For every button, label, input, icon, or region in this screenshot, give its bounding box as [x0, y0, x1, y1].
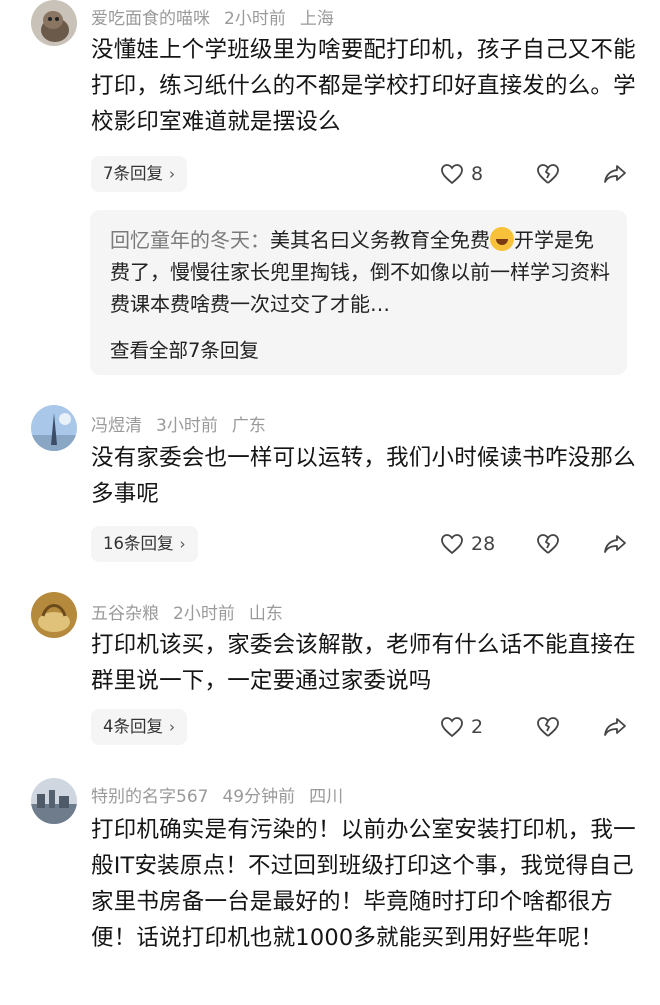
comment-text: 没懂娃上个学班级里为啥要配打印机，孩子自己又不能打印，练习纸什么的不都是学校打印… [91, 37, 636, 135]
heart-icon [441, 164, 463, 185]
dislike-button[interactable] [536, 156, 560, 192]
replies-button[interactable]: 7条回复 › [91, 156, 187, 192]
replies-count: 7条回复 [103, 164, 163, 183]
reply-preview-text: 回忆童年的冬天：美其名曰义务教育全免费 开学是免费了，慢慢往家长兜里掏钱，倒不如像… [110, 224, 610, 320]
share-button[interactable] [603, 156, 627, 192]
chevron-right-icon: › [169, 718, 175, 736]
user-avatar[interactable] [31, 0, 77, 46]
laughing-crying-emoji-icon [490, 227, 514, 251]
comment-text: 打印机确实是有污染的！以前办公室安装打印机，我一般IT安装原点！不过回到班级打印… [91, 817, 636, 951]
heart-icon [441, 717, 463, 738]
replies-count: 4条回复 [103, 717, 163, 736]
user-avatar[interactable] [31, 405, 77, 451]
chevron-right-icon: › [169, 165, 175, 183]
reply-preview[interactable]: 回忆童年的冬天：美其名曰义务教育全免费 开学是免费了，慢慢往家长兜里掏钱，倒不如像… [90, 210, 627, 375]
broken-heart-icon [537, 164, 559, 184]
like-button[interactable]: 8 [440, 156, 483, 192]
chevron-right-icon: › [179, 535, 186, 553]
comment-meta: 五谷杂粮 2小时前 山东 [91, 599, 297, 624]
username[interactable]: 爱吃面食的喵咪 [91, 9, 210, 29]
comment-actions: 8 [440, 156, 630, 192]
tower-sky-avatar-icon [31, 405, 77, 451]
broken-heart-icon [537, 534, 559, 554]
timestamp: 2小时前 [224, 9, 286, 29]
dislike-button[interactable] [536, 709, 560, 745]
share-button[interactable] [603, 709, 627, 745]
comment-meta: 特别的名字567 49分钟前 四川 [91, 782, 357, 807]
username[interactable]: 冯煜清 [91, 416, 142, 436]
broken-heart-icon [537, 717, 559, 737]
comment-meta: 冯煜清 3小时前 广东 [91, 411, 280, 436]
timestamp: 2小时前 [173, 604, 235, 624]
dislike-button[interactable] [536, 526, 560, 562]
location: 四川 [309, 787, 344, 807]
like-count: 28 [471, 533, 496, 555]
replies-button[interactable]: 16条回复 › [91, 526, 198, 562]
user-avatar[interactable] [31, 592, 77, 638]
timestamp: 3小时前 [156, 416, 218, 436]
heart-icon [441, 534, 463, 555]
share-icon [604, 535, 626, 553]
like-button[interactable]: 2 [440, 709, 483, 745]
like-count: 8 [471, 163, 484, 185]
like-count: 2 [471, 716, 484, 738]
comment-text: 打印机该买，家委会该解散，老师有什么话不能直接在群里说一下，一定要通过家委说吗 [91, 632, 636, 694]
username[interactable]: 特别的名字567 [91, 787, 208, 807]
city-avatar-icon [31, 778, 77, 824]
comment-actions: 2 [440, 709, 630, 745]
username[interactable]: 五谷杂粮 [91, 604, 159, 624]
comment-actions: 28 [440, 526, 630, 562]
comment-text: 没有家委会也一样可以运转，我们小时候读书咋没那么多事呢 [91, 445, 636, 507]
location: 山东 [248, 604, 283, 624]
location: 上海 [299, 9, 334, 29]
share-icon [604, 718, 626, 736]
reply-author[interactable]: 回忆童年的冬天： [110, 228, 270, 252]
replies-button[interactable]: 4条回复 › [91, 709, 187, 745]
location: 广东 [231, 416, 266, 436]
cat-avatar-icon [31, 0, 77, 46]
share-icon [604, 165, 626, 183]
grain-avatar-icon [31, 592, 77, 638]
user-avatar[interactable] [31, 778, 77, 824]
timestamp: 49分钟前 [222, 787, 296, 807]
share-button[interactable] [603, 526, 627, 562]
view-all-replies-link[interactable]: 查看全部7条回复 [110, 334, 259, 363]
replies-count: 16条回复 [103, 534, 174, 553]
like-button[interactable]: 28 [440, 526, 495, 562]
comment-meta: 爱吃面食的喵咪 2小时前 上海 [91, 4, 348, 29]
reply-text-part1: 美其名曰义务教育全免费 [270, 228, 490, 252]
